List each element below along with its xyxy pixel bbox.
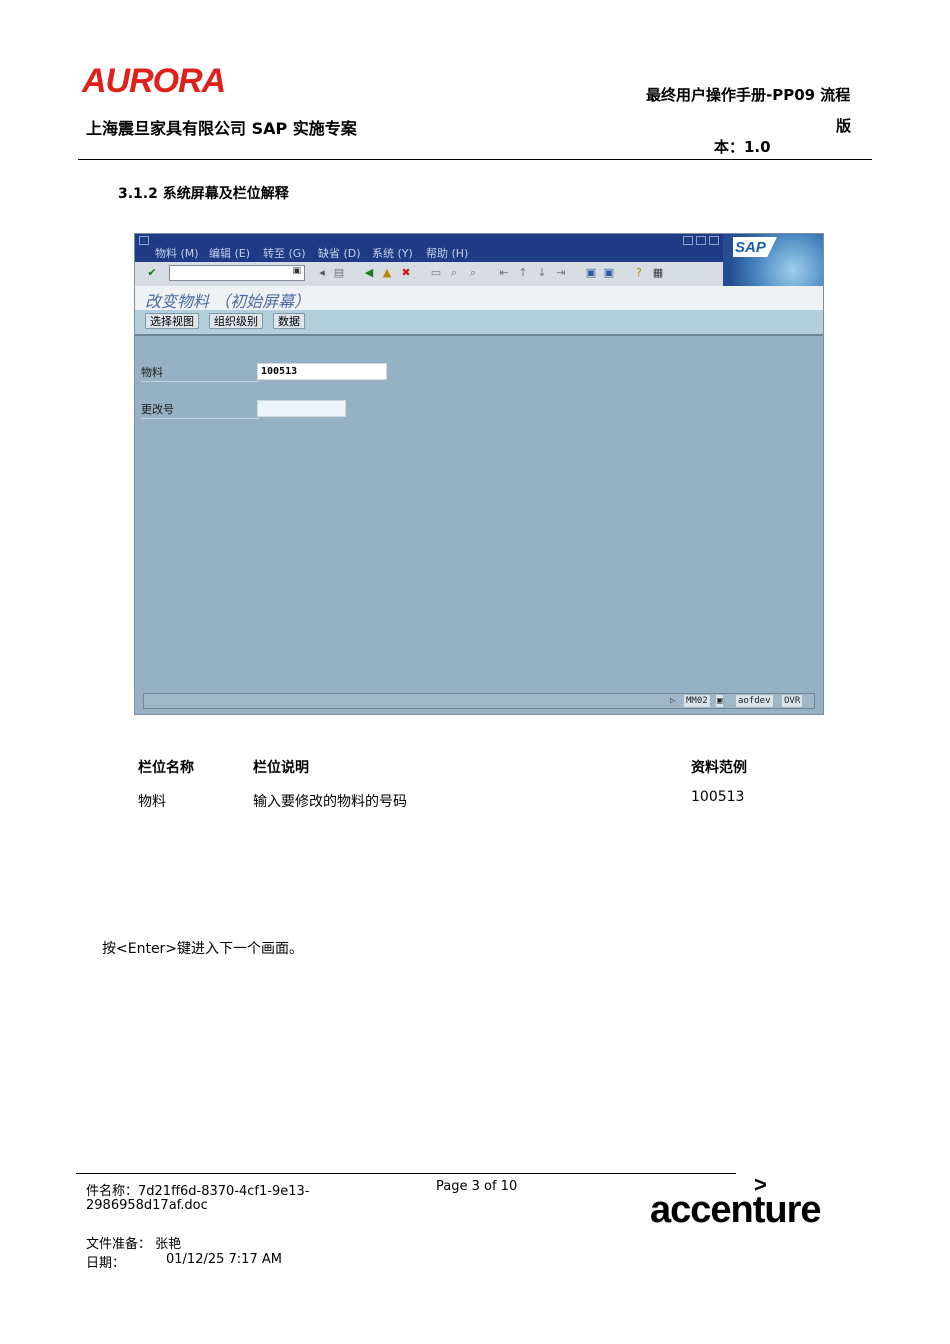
table-cell-name: 物料	[138, 794, 166, 810]
create-session-icon[interactable]: ▣	[584, 266, 598, 280]
last-page-icon[interactable]: ⇥	[554, 266, 568, 280]
table-cell-desc: 输入要修改的物料的号码	[253, 794, 407, 810]
close-icon[interactable]	[709, 236, 719, 245]
manual-version: 本：1.0	[714, 138, 771, 156]
footer-divider	[76, 1173, 736, 1174]
material-label: 物料	[141, 364, 259, 382]
command-history-icon[interactable]: ▣	[292, 266, 301, 276]
status-server: aofdev	[736, 695, 773, 707]
footer-date-value: 01/12/25 7:17 AM	[166, 1252, 282, 1267]
company-title: 上海震旦家具有限公司 SAP 实施专案	[86, 119, 357, 138]
manual-title: 最终用户操作手册-PP09 流程	[646, 86, 851, 104]
menu-goto[interactable]: 转至 (G)	[263, 245, 306, 261]
sap-menubar: 物料 (M) 编辑 (E) 转至 (G) 缺省 (D) 系统 (Y) 帮助 (H…	[135, 234, 823, 262]
header-divider	[78, 159, 872, 160]
shortcut-icon[interactable]: ▣	[602, 266, 616, 280]
status-expand-icon[interactable]: ▷	[670, 695, 675, 707]
accenture-logo: accenture	[650, 1189, 822, 1231]
find-next-icon[interactable]: ⌕	[466, 266, 480, 280]
menu-system[interactable]: 系统 (Y)	[372, 245, 413, 261]
footer-prepared-by: 文件准备： 张艳	[86, 1237, 182, 1252]
menu-material[interactable]: 物料 (M)	[155, 245, 199, 261]
org-levels-button[interactable]: 组织级别	[209, 313, 263, 329]
enter-icon[interactable]: ✔	[145, 266, 159, 280]
table-cell-example: 100513	[691, 789, 745, 805]
sap-application-toolbar: 选择视图 组织级别 数据	[135, 310, 823, 336]
next-page-icon[interactable]: ↓	[535, 266, 549, 280]
minimize-icon[interactable]	[683, 236, 693, 245]
sap-window: 物料 (M) 编辑 (E) 转至 (G) 缺省 (D) 系统 (Y) 帮助 (H…	[134, 233, 824, 715]
table-header-field-name: 栏位名称	[138, 760, 194, 776]
footer-page-number: Page 3 of 10	[436, 1179, 518, 1194]
sap-logo-banner: SAP	[723, 234, 823, 286]
sap-toolbar: ✔ ▣ ◂ ▤ ◀ ▲ ✖ ▭ ⌕ ⌕ ⇤ ↑ ↓ ⇥ ▣ ▣ ? ▦	[135, 262, 723, 287]
instruction-text: 按<Enter>键进入下一个画面。	[102, 941, 304, 957]
footer-filename-1: 件名称：7d21ff6d-8370-4cf1-9e13-	[86, 1184, 310, 1199]
sap-status-bar: ▷ MM02 ▣ aofdev OVR	[143, 693, 815, 709]
back-icon[interactable]: ◀	[362, 266, 376, 280]
table-header-example: 资料范例	[691, 760, 747, 776]
table-header-field-desc: 栏位说明	[253, 760, 309, 776]
manual-title-cont: 版	[836, 117, 852, 135]
status-session-icon[interactable]: ▣	[716, 695, 724, 707]
sap-logo: SAP	[733, 237, 777, 257]
print-icon[interactable]: ▭	[429, 266, 443, 280]
status-transaction: MM02	[684, 695, 710, 707]
prev-page-icon[interactable]: ↑	[516, 266, 530, 280]
find-icon[interactable]: ⌕	[447, 266, 461, 280]
footer-date-label: 日期：	[86, 1256, 126, 1271]
menu-defaults[interactable]: 缺省 (D)	[318, 245, 361, 261]
cancel-icon[interactable]: ✖	[399, 266, 413, 280]
window-menu-icon[interactable]	[139, 236, 149, 245]
change-number-label: 更改号	[141, 401, 259, 419]
material-input[interactable]: 100513	[257, 363, 387, 380]
menu-edit[interactable]: 编辑 (E)	[209, 245, 250, 261]
screen-title: 改变物料 （初始屏幕）	[145, 292, 311, 311]
maximize-icon[interactable]	[696, 236, 706, 245]
status-mode: OVR	[782, 695, 803, 707]
footer-filename-2: 2986958d17af.doc	[86, 1198, 208, 1213]
sap-screen-titlebar: 改变物料 （初始屏幕）	[135, 286, 823, 312]
data-button[interactable]: 数据	[273, 313, 305, 329]
select-views-button[interactable]: 选择视图	[145, 313, 199, 329]
exit-icon[interactable]: ▲	[380, 266, 394, 280]
save-icon[interactable]: ▤	[332, 266, 346, 280]
section-heading: 3.1.2 系统屏幕及栏位解释	[118, 186, 289, 202]
aurora-logo: AURORA	[82, 62, 226, 100]
layout-icon[interactable]: ▦	[651, 266, 665, 280]
change-number-input[interactable]	[257, 400, 346, 417]
menu-help[interactable]: 帮助 (H)	[426, 245, 468, 261]
collapse-icon[interactable]: ◂	[315, 266, 329, 280]
first-page-icon[interactable]: ⇤	[497, 266, 511, 280]
command-field[interactable]: ▣	[169, 265, 305, 281]
help-icon[interactable]: ?	[632, 266, 646, 280]
